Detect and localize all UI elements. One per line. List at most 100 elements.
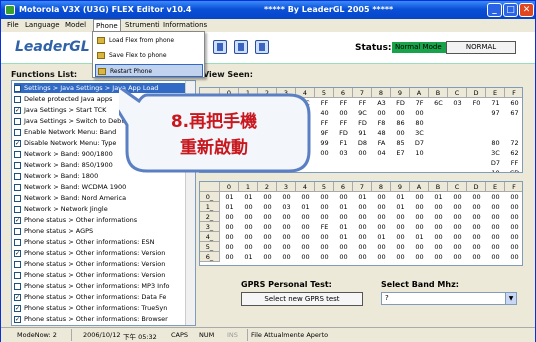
hex-cell[interactable]: 00 bbox=[410, 212, 429, 222]
hex-cell[interactable] bbox=[467, 128, 486, 138]
hex-cell[interactable] bbox=[448, 108, 467, 118]
hex-cell[interactable]: 00 bbox=[239, 232, 258, 242]
hex-cell[interactable]: FD bbox=[353, 118, 372, 128]
hex-cell[interactable]: 00 bbox=[391, 232, 410, 242]
hex-cell[interactable]: 00 bbox=[372, 108, 391, 118]
hex-cell[interactable] bbox=[486, 128, 505, 138]
hex-cell[interactable] bbox=[429, 118, 448, 128]
hex-cell[interactable]: 03 bbox=[277, 202, 296, 212]
hex-cell[interactable] bbox=[448, 168, 467, 172]
hex-cell[interactable]: 00 bbox=[315, 252, 334, 262]
hex-cell[interactable]: 00 bbox=[353, 232, 372, 242]
function-item[interactable]: Phone status > AGPS bbox=[14, 226, 194, 236]
hex-cell[interactable]: 00 bbox=[505, 202, 522, 212]
hex-cell[interactable]: 00 bbox=[467, 242, 486, 252]
function-checkbox[interactable] bbox=[14, 128, 21, 136]
hex-cell[interactable]: 00 bbox=[467, 202, 486, 212]
function-checkbox[interactable]: ✓ bbox=[14, 106, 21, 114]
hex-cell[interactable]: 00 bbox=[429, 232, 448, 242]
hex-cell[interactable]: 00 bbox=[429, 212, 448, 222]
hex-cell[interactable]: 00 bbox=[353, 252, 372, 262]
hex-cell[interactable]: 00 bbox=[429, 222, 448, 232]
maximize-button[interactable]: □ bbox=[503, 3, 518, 17]
hex-cell[interactable]: 00 bbox=[429, 242, 448, 252]
hex-cell[interactable]: 00 bbox=[467, 232, 486, 242]
hex-cell[interactable]: 00 bbox=[334, 212, 353, 222]
function-checkbox[interactable]: ✓ bbox=[14, 139, 21, 147]
hex-cell[interactable]: 00 bbox=[296, 232, 315, 242]
hex-cell[interactable]: 00 bbox=[391, 108, 410, 118]
hex-cell[interactable]: 00 bbox=[296, 252, 315, 262]
function-checkbox[interactable] bbox=[14, 194, 21, 202]
hex-cell[interactable]: 01 bbox=[220, 202, 239, 212]
function-checkbox[interactable] bbox=[14, 95, 21, 103]
hex-cell[interactable] bbox=[391, 158, 410, 168]
hex-cell[interactable]: 80 bbox=[486, 138, 505, 148]
hex-cell[interactable]: 00 bbox=[258, 212, 277, 222]
hex-cell[interactable]: 10 bbox=[486, 168, 505, 172]
menu-informations[interactable]: Informations bbox=[163, 21, 207, 29]
hex-cell[interactable]: 9F bbox=[315, 128, 334, 138]
hex-cell[interactable]: 00 bbox=[467, 252, 486, 262]
hex-cell[interactable]: FF bbox=[353, 98, 372, 108]
hex-cell[interactable]: 00 bbox=[448, 252, 467, 262]
hex-cell[interactable]: 00 bbox=[315, 148, 334, 158]
hex-cell[interactable]: F1 bbox=[334, 138, 353, 148]
function-item[interactable]: ✓ Phone status > Other informations: Data… bbox=[14, 292, 194, 302]
hex-cell[interactable]: 00 bbox=[372, 202, 391, 212]
hex-cell[interactable]: 00 bbox=[410, 242, 429, 252]
hex-cell[interactable]: 00 bbox=[505, 222, 522, 232]
hex-cell[interactable]: 7F bbox=[410, 98, 429, 108]
hex-cell[interactable]: 00 bbox=[391, 212, 410, 222]
hex-cell[interactable]: 00 bbox=[296, 242, 315, 252]
hex-cell[interactable]: 00 bbox=[277, 252, 296, 262]
hex-cell[interactable]: 00 bbox=[239, 202, 258, 212]
hex-cell[interactable]: 00 bbox=[410, 108, 429, 118]
hex-cell[interactable]: 00 bbox=[239, 222, 258, 232]
hex-cell[interactable]: 00 bbox=[486, 192, 505, 202]
hex-cell[interactable]: 00 bbox=[448, 242, 467, 252]
hex-cell[interactable]: 00 bbox=[486, 222, 505, 232]
hex-cell[interactable]: 97 bbox=[486, 108, 505, 118]
function-checkbox[interactable]: ✓ bbox=[14, 293, 21, 301]
hex-cell[interactable]: 80 bbox=[410, 118, 429, 128]
hex-cell[interactable]: 00 bbox=[391, 222, 410, 232]
hex-cell[interactable]: 99 bbox=[315, 138, 334, 148]
hex-cell[interactable] bbox=[429, 158, 448, 168]
hex-cell[interactable]: D8 bbox=[353, 138, 372, 148]
hex-cell[interactable] bbox=[315, 168, 334, 172]
hex-cell[interactable]: 00 bbox=[391, 128, 410, 138]
hex-cell[interactable]: 71 bbox=[486, 98, 505, 108]
hex-cell[interactable]: 00 bbox=[505, 212, 522, 222]
hex-cell[interactable]: 01 bbox=[391, 202, 410, 212]
hex-cell[interactable] bbox=[372, 158, 391, 168]
hex-cell[interactable]: 00 bbox=[277, 212, 296, 222]
hex-cell[interactable]: 00 bbox=[467, 222, 486, 232]
hex-cell[interactable] bbox=[467, 158, 486, 168]
hex-cell[interactable]: 01 bbox=[391, 192, 410, 202]
menu-file[interactable]: File bbox=[7, 21, 19, 29]
hex-cell[interactable]: 00 bbox=[277, 242, 296, 252]
hex-cell[interactable]: 00 bbox=[258, 192, 277, 202]
normal-mode-button[interactable]: NORMAL bbox=[446, 41, 516, 54]
hex-cell[interactable]: 00 bbox=[258, 202, 277, 212]
hex-cell[interactable]: 04 bbox=[372, 148, 391, 158]
hex-cell[interactable]: F0 bbox=[467, 98, 486, 108]
hex-cell[interactable]: 00 bbox=[486, 252, 505, 262]
function-item[interactable]: Network > Network Jingle bbox=[14, 204, 194, 214]
hex-cell[interactable]: 00 bbox=[486, 232, 505, 242]
hex-cell[interactable]: 00 bbox=[353, 222, 372, 232]
hex-cell[interactable] bbox=[315, 158, 334, 168]
hex-cell[interactable]: 00 bbox=[486, 212, 505, 222]
hex-cell[interactable]: 00 bbox=[277, 222, 296, 232]
hex-cell[interactable]: 03 bbox=[334, 148, 353, 158]
hex-cell[interactable] bbox=[448, 138, 467, 148]
hex-cell[interactable]: 00 bbox=[220, 212, 239, 222]
hex-cell[interactable]: 00 bbox=[410, 192, 429, 202]
hex-cell[interactable]: 00 bbox=[410, 252, 429, 262]
hex-cell[interactable] bbox=[467, 118, 486, 128]
hex-cell[interactable]: 00 bbox=[353, 148, 372, 158]
hex-cell[interactable]: D7 bbox=[486, 158, 505, 168]
function-checkbox[interactable] bbox=[14, 172, 21, 180]
hex-cell[interactable]: 00 bbox=[372, 242, 391, 252]
